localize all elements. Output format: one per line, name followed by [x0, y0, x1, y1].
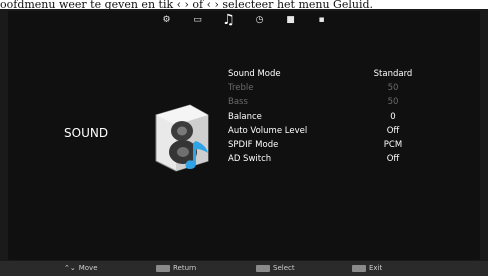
balance-value: 0 — [390, 111, 396, 122]
tab-setup[interactable]: ▪ — [314, 12, 330, 28]
menu-tab-bar: ⚙ ▭ ♫ ◷ ■ ▪ — [8, 11, 480, 29]
menu-panel: ⚙ ▭ ♫ ◷ ■ ▪ SOUND Sound Mode Standard Tr… — [8, 11, 480, 260]
spdif-mode-label: SPDIF Mode — [228, 139, 279, 150]
hint-move: ⌃⌄ Move — [64, 264, 98, 272]
treble-value: 50 — [387, 83, 399, 94]
hint-exit-label: Exit — [369, 264, 383, 272]
button-hint-bar: ⌃⌄ Move Return Select Exit — [0, 261, 488, 276]
balance-label: Balance — [228, 111, 262, 122]
speaker-icon — [155, 104, 209, 172]
tab-time[interactable]: ◷ — [252, 12, 268, 28]
section-title: SOUND — [64, 126, 109, 140]
menu-row-sound-mode[interactable]: Sound Mode Standard — [228, 67, 418, 81]
ad-switch-label: AD Switch — [228, 154, 272, 165]
hint-return: Return — [156, 264, 196, 272]
spdif-mode-value: PCM — [383, 139, 403, 150]
sound-mode-value: Standard — [373, 69, 413, 79]
tab-sound[interactable]: ♫ — [221, 12, 237, 28]
hint-exit: Exit — [352, 264, 382, 272]
sound-settings-list: Sound Mode Standard Treble 50 Bass 50 Ba… — [228, 67, 418, 166]
bass-label: Bass — [228, 97, 248, 108]
menu-row-ad-switch[interactable]: AD Switch Off — [228, 152, 418, 166]
treble-label: Treble — [228, 83, 254, 94]
auto-volume-level-label: Auto Volume Level — [228, 125, 308, 136]
arrow-keys-icon: ⌃⌄ — [64, 264, 76, 272]
hint-move-label: Move — [78, 264, 98, 272]
document-header-text: oofdmenu weer te geven en tik ‹ › of ‹ ›… — [0, 0, 488, 9]
ad-switch-value: Off — [386, 154, 400, 165]
hint-select: Select — [256, 264, 295, 272]
clock-icon: ◷ — [255, 15, 264, 25]
sound-mode-label: Sound Mode — [228, 69, 281, 79]
menu-key-icon — [156, 264, 170, 272]
enter-key-icon — [256, 264, 270, 272]
menu-row-spdif-mode[interactable]: SPDIF Mode PCM — [228, 138, 418, 152]
menu-row-balance[interactable]: Balance 0 — [228, 110, 418, 124]
auto-volume-level-value: Off — [386, 125, 400, 136]
hint-select-label: Select — [273, 264, 295, 272]
lock-icon: ■ — [286, 15, 295, 25]
hint-return-label: Return — [173, 264, 197, 272]
monitor-icon: ▭ — [193, 15, 202, 25]
menu-row-auto-volume-level[interactable]: Auto Volume Level Off — [228, 124, 418, 138]
music-note-icon: ♫ — [222, 12, 235, 28]
menu-row-bass: Bass 50 — [228, 95, 418, 109]
bass-value: 50 — [387, 97, 399, 108]
tab-lock[interactable]: ■ — [283, 12, 299, 28]
menu-row-treble: Treble 50 — [228, 81, 418, 95]
tab-picture-settings[interactable]: ⚙ — [159, 12, 175, 28]
gear-icon: ⚙ — [162, 15, 171, 25]
grid-icon: ▪ — [318, 15, 325, 25]
header-text: oofdmenu weer te geven en tik ‹ › of ‹ ›… — [0, 0, 374, 9]
tv-screen: ⚙ ▭ ♫ ◷ ■ ▪ SOUND Sound Mode Standard Tr… — [0, 9, 488, 276]
exit-key-icon — [352, 264, 366, 272]
tab-display[interactable]: ▭ — [190, 12, 206, 28]
